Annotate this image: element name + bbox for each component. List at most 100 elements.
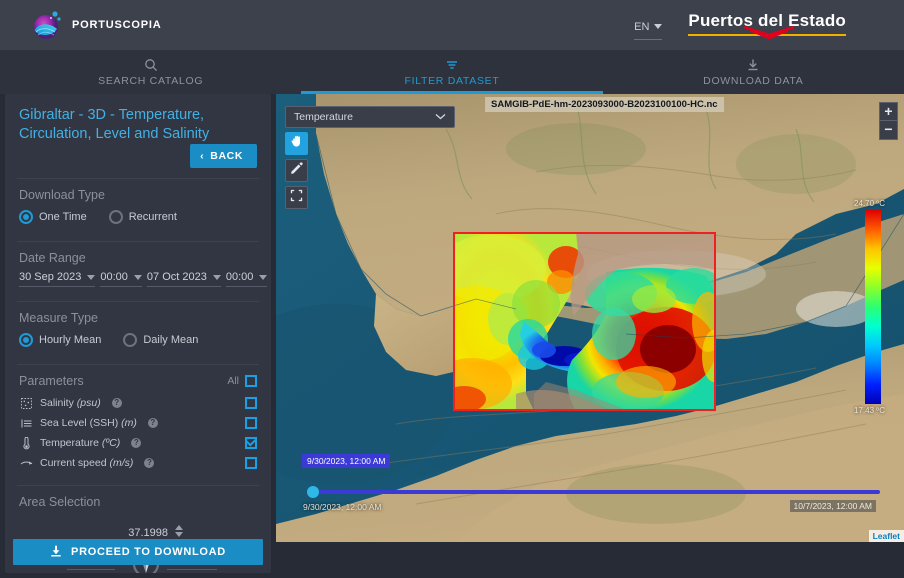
help-icon[interactable]: ? <box>147 418 158 428</box>
area-of-interest-rectangle[interactable] <box>453 232 716 411</box>
puertos-del-estado-brand[interactable]: Puertos del Estado <box>688 11 846 40</box>
zoom-out-button[interactable]: − <box>879 121 898 140</box>
param-name: Temperature (ºC) <box>40 437 121 449</box>
variable-select[interactable]: Temperature <box>285 106 455 128</box>
checkbox-current-speed[interactable] <box>245 457 257 469</box>
download-type-label: Download Type <box>19 188 105 202</box>
legend-gradient-bar <box>865 210 881 404</box>
proceed-label: PROCEED TO DOWNLOAD <box>71 546 226 558</box>
pencil-icon <box>290 161 303 180</box>
chevron-down-icon <box>435 111 446 123</box>
stepper-down-icon[interactable] <box>175 532 183 537</box>
help-icon[interactable]: ? <box>131 438 142 448</box>
tab-label: DOWNLOAD DATA <box>703 74 804 87</box>
checkbox-salinity[interactable] <box>245 397 257 409</box>
proceed-to-download-button[interactable]: PROCEED TO DOWNLOAD <box>13 539 263 565</box>
measure-type-options: Hourly Mean Daily Mean <box>5 325 271 354</box>
back-button[interactable]: ‹ BACK <box>190 144 257 168</box>
time-slider-value-bubble: 9/30/2023, 12:00 AM <box>302 454 391 468</box>
fullscreen-tool-button[interactable] <box>285 186 308 209</box>
chevron-down-icon <box>654 24 663 29</box>
header-right-group: EN Puertos del Estado <box>634 11 846 40</box>
chevron-down-icon <box>212 274 221 280</box>
download-icon <box>50 545 62 560</box>
chevron-down-icon <box>259 274 268 280</box>
current-speed-icon <box>19 456 33 470</box>
filter-sidebar: Gibraltar - 3D - Temperature, Circulatio… <box>5 94 271 573</box>
param-name: Salinity (psu) <box>40 397 101 409</box>
end-date-value: 07 Oct 2023 <box>146 271 207 283</box>
language-label: EN <box>634 20 650 33</box>
map-tool-group <box>285 132 308 209</box>
dataset-file-label: SAMGIB-PdE-hm-2023093000-B2023100100-HC.… <box>485 97 724 112</box>
thermometer-icon <box>19 436 33 450</box>
zoom-in-button[interactable]: + <box>879 102 898 121</box>
start-time-field[interactable]: 00:00 <box>100 271 142 287</box>
chevron-left-icon: ‹ <box>200 150 205 162</box>
map-panel[interactable]: SAMGIB-PdE-hm-2023093000-B2023100100-HC.… <box>276 94 904 542</box>
help-icon[interactable]: ? <box>144 458 155 468</box>
end-time-value: 00:00 <box>225 271 254 283</box>
radio-daily-mean[interactable] <box>123 333 138 347</box>
radio-recurrent-label: Recurrent <box>128 211 177 223</box>
radio-hourly-mean[interactable] <box>19 333 33 347</box>
all-parameters-toggle[interactable]: All <box>227 375 257 387</box>
leaflet-attribution[interactable]: Leaflet <box>868 530 904 542</box>
pan-tool-button[interactable] <box>285 132 308 155</box>
parameters-header: Parameters All <box>5 365 271 388</box>
start-time-value: 00:00 <box>100 271 128 283</box>
legend-max-label: 24.70 ºC <box>854 199 885 208</box>
param-name: Current speed (m/s) <box>40 457 134 469</box>
param-row-current-speed: Current speed (m/s) ? <box>5 453 271 473</box>
checkbox-sea-level[interactable] <box>245 417 257 429</box>
chevron-down-icon <box>133 274 142 280</box>
north-stepper[interactable] <box>175 525 183 539</box>
hand-icon <box>290 134 304 153</box>
logo-wordmark: PORTUSCOPIA <box>72 19 162 31</box>
brand-logo[interactable]: PORTUSCOPIA <box>30 8 161 42</box>
tab-search-catalog[interactable]: SEARCH CATALOG <box>0 50 301 94</box>
dataset-title: Gibraltar - 3D - Temperature, Circulatio… <box>19 107 210 142</box>
param-name: Sea Level (SSH) (m) <box>40 417 137 429</box>
legend-min-label: 17.43 ºC <box>854 406 885 415</box>
app-header: PORTUSCOPIA EN Puertos del Estado <box>0 0 904 50</box>
all-label: All <box>227 375 239 387</box>
radio-daily-mean-label: Daily Mean <box>143 334 199 346</box>
sea-level-icon <box>19 416 33 430</box>
radio-one-time-label: One Time <box>39 211 87 223</box>
time-slider-track[interactable] <box>312 490 880 494</box>
time-slider[interactable]: 9/30/2023, 12:00 AM 9/30/2023, 12:00 AM … <box>276 454 904 516</box>
help-icon[interactable]: ? <box>111 398 122 408</box>
color-scale-legend: 24.70 ºC 17.43 ºC <box>854 199 885 415</box>
filter-icon <box>445 58 459 73</box>
time-slider-handle[interactable] <box>307 486 319 498</box>
language-selector[interactable]: EN <box>634 20 663 40</box>
stepper-up-icon[interactable] <box>175 525 183 530</box>
tab-label: FILTER DATASET <box>404 74 500 87</box>
date-range-label: Date Range <box>19 251 86 265</box>
draw-tool-button[interactable] <box>285 159 308 182</box>
download-icon <box>746 58 760 73</box>
tab-filter-dataset[interactable]: FILTER DATASET <box>301 50 603 94</box>
expand-icon <box>290 189 303 207</box>
end-date-field[interactable]: 07 Oct 2023 <box>146 271 221 287</box>
checkbox-all[interactable] <box>245 375 257 387</box>
back-row: ‹ BACK <box>5 142 271 168</box>
search-icon <box>144 58 158 73</box>
tab-download-data[interactable]: DOWNLOAD DATA <box>603 50 904 94</box>
parameters-list: Salinity (psu) ? Sea Level (SSH) (m) ? T… <box>5 393 271 473</box>
param-row-sea-level: Sea Level (SSH) (m) ? <box>5 413 271 433</box>
portuscopia-logo-icon <box>30 8 64 42</box>
pde-wave-icon <box>742 23 796 44</box>
content-area: Gibraltar - 3D - Temperature, Circulatio… <box>0 94 904 578</box>
end-time-field[interactable]: 00:00 <box>225 271 268 287</box>
start-date-field[interactable]: 30 Sep 2023 <box>19 271 96 287</box>
time-slider-start-label: 9/30/2023, 12:00 AM <box>303 502 382 512</box>
radio-recurrent[interactable] <box>108 210 123 224</box>
param-row-salinity: Salinity (psu) ? <box>5 393 271 413</box>
date-range-fields: 30 Sep 2023 00:00 07 Oct 2023 00:00 <box>5 265 271 291</box>
checkbox-temperature[interactable] <box>245 437 257 449</box>
chevron-down-icon <box>87 274 96 280</box>
radio-one-time[interactable] <box>19 210 33 224</box>
param-row-temperature: Temperature (ºC) ? <box>5 433 271 453</box>
